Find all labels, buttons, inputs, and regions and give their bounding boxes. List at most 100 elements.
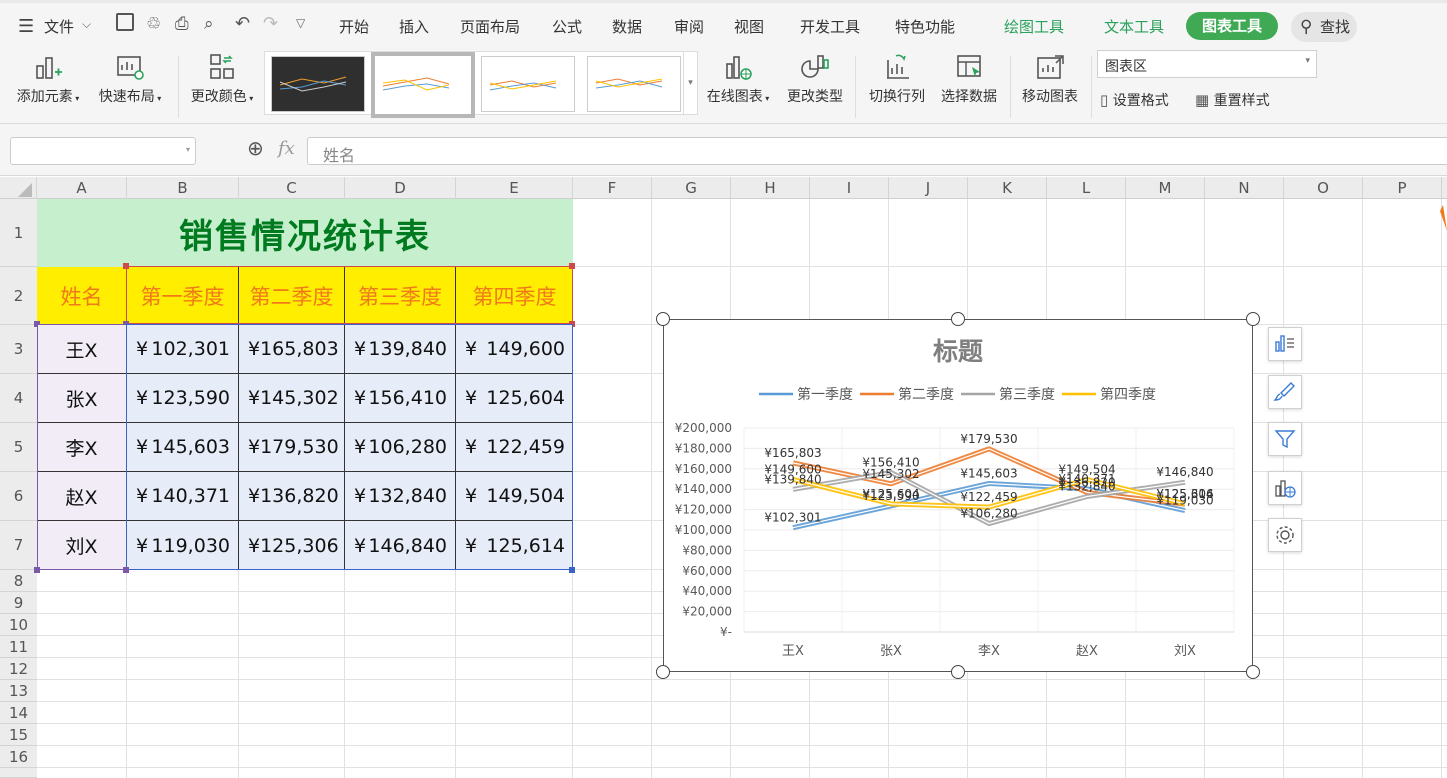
column-header-k[interactable]: K [968, 177, 1047, 199]
tab-chart-tools[interactable]: 图表工具 [1186, 12, 1278, 40]
tab-formula[interactable]: 公式 [552, 16, 582, 37]
column-header-g[interactable]: G [652, 177, 731, 199]
online-chart-side-button[interactable] [1268, 471, 1302, 505]
hamburger-icon[interactable]: ☰ [18, 16, 34, 37]
column-header-c[interactable]: C [239, 177, 345, 199]
selection-handle[interactable] [123, 263, 129, 269]
file-menu[interactable]: 文件 [44, 16, 74, 37]
column-header-j[interactable]: J [889, 177, 968, 199]
header-cell-name[interactable]: 姓名 [37, 267, 127, 325]
tab-view[interactable]: 视图 [734, 16, 764, 37]
row-header-11[interactable]: 11 [0, 636, 37, 658]
print-icon[interactable]: ⎙ [175, 14, 189, 34]
row-header-6[interactable]: 6 [0, 472, 37, 521]
row-header-9[interactable]: 9 [0, 592, 37, 614]
table-title-cell[interactable]: 销售情况统计表 [37, 199, 573, 267]
more-icon[interactable]: ▽ [296, 16, 305, 30]
selection-handle[interactable] [123, 567, 129, 573]
column-header-e[interactable]: E [456, 177, 573, 199]
row-header-1[interactable]: 1 [0, 199, 37, 267]
tab-developer[interactable]: 开发工具 [800, 16, 860, 37]
selection-handle[interactable] [34, 567, 40, 573]
column-header-p[interactable]: P [1363, 177, 1442, 199]
chart-style-thumb-selected[interactable] [371, 52, 475, 118]
tab-special[interactable]: 特色功能 [895, 16, 955, 37]
tab-review[interactable]: 审阅 [674, 16, 704, 37]
tab-home[interactable]: 开始 [339, 16, 369, 37]
tab-page-layout[interactable]: 页面布局 [460, 16, 520, 37]
column-header-n[interactable]: N [1205, 177, 1284, 199]
row-header-2[interactable]: 2 [0, 267, 37, 325]
tab-drawing-tools[interactable]: 绘图工具 [1004, 16, 1064, 37]
reset-style-button[interactable]: ▦ 重置样式 [1195, 90, 1270, 112]
row-header-8[interactable]: 8 [0, 570, 37, 592]
row-header-7[interactable]: 7 [0, 521, 37, 570]
chart-style-thumb-3[interactable] [481, 56, 575, 112]
format-settings-button[interactable]: ▯ 设置格式 [1100, 90, 1169, 112]
column-header-b[interactable]: B [127, 177, 239, 199]
select-data-button[interactable]: 选择数据 [934, 52, 1004, 106]
column-header-l[interactable]: L [1047, 177, 1126, 199]
row-header-12[interactable]: 12 [0, 658, 37, 680]
tab-data[interactable]: 数据 [612, 16, 642, 37]
tab-insert[interactable]: 插入 [399, 16, 429, 37]
add-element-label: 添加元素 [16, 89, 73, 105]
row-header-16[interactable]: 16 [0, 746, 37, 768]
chart-resize-handle[interactable] [1246, 312, 1260, 326]
row-header-4[interactable]: 4 [0, 374, 37, 423]
row-header-5[interactable]: 5 [0, 423, 37, 472]
chart-resize-handle[interactable] [656, 665, 670, 679]
chart-style-button[interactable] [1268, 375, 1302, 409]
selection-handle[interactable] [569, 567, 575, 573]
selection-handle[interactable] [569, 263, 575, 269]
chart-filter-button[interactable] [1268, 422, 1302, 456]
row-header-10[interactable]: 10 [0, 614, 37, 636]
zoom-icon[interactable]: ⊕ [247, 136, 264, 160]
column-header-o[interactable]: O [1284, 177, 1363, 199]
row-header-13[interactable]: 13 [0, 680, 37, 702]
chart-elements-button[interactable] [1268, 327, 1302, 361]
row-header-15[interactable]: 15 [0, 724, 37, 746]
chart-resize-handle[interactable] [656, 312, 670, 326]
online-chart-button[interactable]: 在线图表 ▾ [700, 52, 776, 106]
move-chart-button[interactable]: 移动图表 [1015, 52, 1085, 106]
move-chart-icon [1037, 55, 1064, 79]
chart-style-thumb-dark[interactable] [271, 56, 365, 112]
redo-icon[interactable]: ↷ [263, 13, 278, 34]
chart-resize-handle[interactable] [1246, 665, 1260, 679]
column-header-f[interactable]: F [573, 177, 652, 199]
gallery-scroll-more[interactable]: ▾ [683, 52, 697, 114]
chart-settings-button[interactable] [1268, 518, 1302, 552]
change-color-button[interactable]: 更改颜色 ▾ [184, 52, 260, 106]
chart-style-thumb-4[interactable] [587, 56, 681, 112]
fx-icon[interactable]: fx [278, 138, 295, 159]
column-header-a[interactable]: A [37, 177, 127, 199]
undo-icon[interactable]: ↶ [235, 13, 250, 34]
formula-input[interactable]: 姓名 [307, 137, 1447, 165]
quick-layout-button[interactable]: 快速布局 ▾ [92, 52, 168, 106]
column-header-m[interactable]: M [1126, 177, 1205, 199]
search-button[interactable]: ⚲ 查找 [1291, 12, 1357, 42]
add-element-button[interactable]: 添加元素 ▾ [10, 52, 86, 106]
column-header-i[interactable]: I [810, 177, 889, 199]
column-header-h[interactable]: H [731, 177, 810, 199]
share-icon[interactable]: ♲ [146, 14, 161, 34]
print-preview-icon[interactable]: ⌕ [204, 14, 214, 34]
row-header-17[interactable] [0, 768, 37, 778]
name-box[interactable]: ▾ [10, 137, 196, 165]
tab-text-tools[interactable]: 文本工具 [1104, 16, 1164, 37]
chart-resize-handle[interactable] [951, 665, 965, 679]
chevron-down-icon[interactable]: ⌵ [82, 17, 91, 32]
column-header-d[interactable]: D [345, 177, 456, 199]
change-type-button[interactable]: 更改类型 [780, 52, 850, 106]
chart-object[interactable]: 标题 第一季度 第二季度 第三季度 第四季度 ¥- ¥20,000 ¥40,000 ¥60,00… [663, 319, 1253, 672]
row-header-14[interactable]: 14 [0, 702, 37, 724]
save-icon[interactable] [116, 13, 134, 31]
line-chart[interactable]: 标题第一季度 第二季度 第三季度 第四季度 ¥- ¥20,000 ¥40,000 ¥60,00… [664, 320, 1252, 671]
chart-element-select[interactable]: 图表区 ▾ [1097, 50, 1317, 78]
quick-layout-icon [117, 56, 144, 80]
switch-row-col-button[interactable]: 切换行列 [862, 52, 932, 106]
row-header-3[interactable]: 3 [0, 325, 37, 374]
chart-resize-handle[interactable] [951, 312, 965, 326]
select-all-corner[interactable] [0, 177, 37, 199]
